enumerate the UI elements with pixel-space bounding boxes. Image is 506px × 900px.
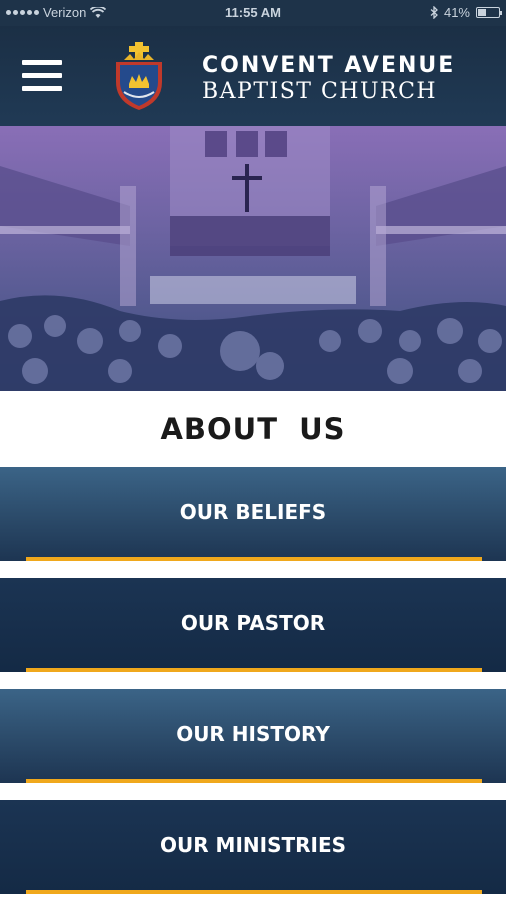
page-title: ABOUT US <box>160 412 346 446</box>
our-beliefs-button[interactable]: OUR BELIEFS <box>0 467 506 561</box>
our-ministries-label: OUR MINISTRIES <box>159 833 347 857</box>
our-ministries-button[interactable]: OUR MINISTRIES <box>0 800 506 894</box>
church-crest-logo <box>116 42 162 110</box>
church-name-line1: CONVENT AVENUE <box>202 53 456 78</box>
our-beliefs-label: OUR BELIEFS <box>179 500 327 524</box>
battery-icon <box>476 7 502 18</box>
our-pastor-label: OUR PASTOR <box>180 611 326 635</box>
church-name: CONVENT AVENUE BAPTIST CHURCH <box>202 53 455 105</box>
divider-accent <box>26 557 482 561</box>
divider-accent <box>26 890 482 894</box>
our-history-button[interactable]: OUR HISTORY <box>0 689 506 783</box>
hamburger-menu-icon[interactable] <box>22 60 62 92</box>
divider-accent <box>26 668 482 672</box>
app-header: CONVENT AVENUE BAPTIST CHURCH <box>0 26 506 126</box>
church-name-line2: BAPTIST CHURCH <box>202 79 438 104</box>
status-bar: Verizon 11:55 AM 41% <box>0 0 506 26</box>
divider-accent <box>26 779 482 783</box>
bluetooth-icon <box>430 6 438 19</box>
our-history-label: OUR HISTORY <box>176 722 330 746</box>
our-pastor-button[interactable]: OUR PASTOR <box>0 578 506 672</box>
battery-percent: 41% <box>443 5 470 20</box>
church-sanctuary-photo <box>0 126 506 391</box>
